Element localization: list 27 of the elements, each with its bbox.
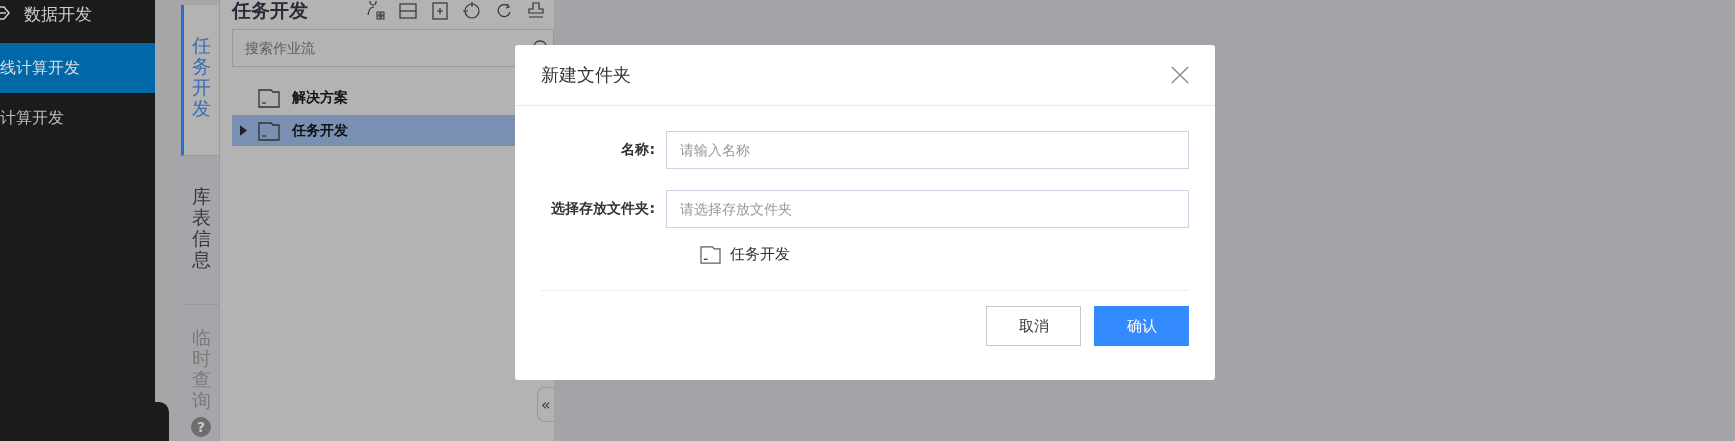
search-field[interactable]: 搜索作业流: [232, 29, 554, 67]
close-icon[interactable]: [1171, 66, 1189, 84]
side-tab[interactable]: 库表信息: [181, 156, 219, 305]
help-icon[interactable]: ?: [191, 417, 211, 437]
input-field[interactable]: 请输入名称: [666, 131, 1189, 169]
exit-icon: [0, 3, 10, 23]
collapse-button[interactable]: «: [537, 387, 554, 422]
cancel-button[interactable]: 取消: [986, 306, 1081, 346]
folder-icon: [700, 245, 721, 264]
folder-icon: [258, 120, 280, 141]
target-icon[interactable]: [462, 1, 482, 21]
sidebar-item[interactable]: 计算开发: [0, 93, 155, 143]
sidebar-header: 数据开发: [24, 3, 92, 26]
field-label: 选择存放文件夹:: [550, 200, 655, 218]
add-file-icon[interactable]: [430, 1, 450, 21]
layout-icon[interactable]: [398, 1, 418, 21]
sidebar-item[interactable]: 线计算开发: [0, 43, 155, 93]
input-field[interactable]: 请选择存放文件夹: [666, 190, 1189, 228]
field-label: 名称:: [620, 141, 655, 159]
side-tab[interactable]: 任务开发: [181, 5, 219, 156]
confirm-button[interactable]: 确认: [1094, 306, 1189, 346]
stamp-icon[interactable]: [526, 1, 546, 21]
panel-title: 任务开发: [232, 0, 308, 23]
folder-name[interactable]: 任务开发: [730, 245, 790, 264]
folder-icon: [258, 87, 280, 108]
caret-icon[interactable]: [239, 125, 247, 136]
user-grid-icon[interactable]: [366, 1, 386, 21]
